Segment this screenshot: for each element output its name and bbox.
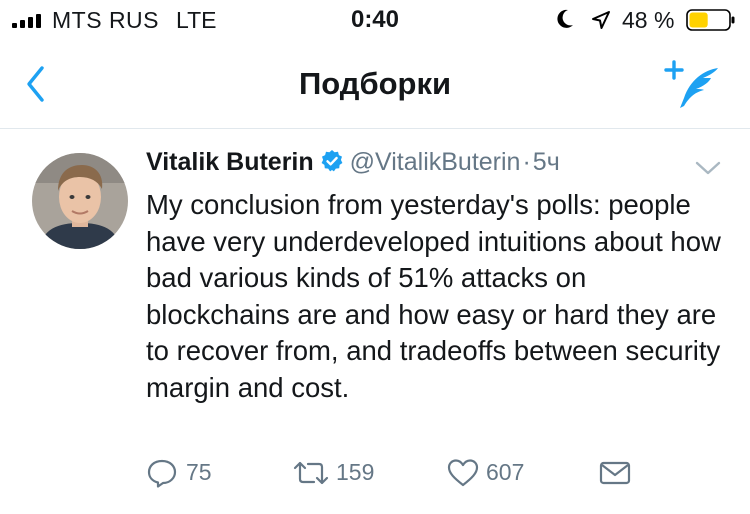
tweet-timestamp: 5ч — [532, 148, 560, 176]
like-count: 607 — [486, 459, 525, 485]
verified-badge-icon — [321, 150, 343, 172]
tweet-header: Vitalik Buterin @VitalikButerin·5ч — [146, 148, 560, 178]
author-handle[interactable]: @VitalikButerin — [350, 148, 521, 176]
reply-button[interactable]: 75 — [146, 455, 216, 491]
avatar[interactable] — [32, 153, 128, 249]
battery-icon — [686, 9, 735, 31]
retweet-button[interactable]: 159 — [292, 455, 382, 491]
reply-icon — [147, 459, 177, 488]
like-button[interactable]: 607 — [446, 455, 536, 491]
envelope-icon — [599, 461, 631, 485]
battery-percent: 48 % — [622, 7, 675, 33]
retweet-count: 159 — [336, 459, 375, 485]
status-bar: MTS RUS LTE 0:40 48 % — [0, 0, 750, 40]
navigation-bar: Подборки — [0, 40, 750, 129]
location-arrow-icon — [592, 11, 610, 29]
tweet-card[interactable]: Vitalik Buterin @VitalikButerin·5ч My co… — [0, 129, 750, 514]
tweet-actions: 75 159 607 — [146, 455, 736, 491]
page-title: Подборки — [298, 66, 452, 101]
separator-dot: · — [522, 148, 531, 176]
direct-message-button[interactable] — [598, 455, 634, 491]
chevron-down-icon[interactable] — [694, 159, 722, 177]
reply-count: 75 — [186, 459, 212, 485]
author-name[interactable]: Vitalik Buterin — [146, 148, 314, 176]
moon-icon — [557, 9, 573, 28]
heart-icon — [447, 459, 479, 487]
retweet-icon — [293, 461, 329, 485]
compose-feather-icon[interactable] — [664, 58, 722, 110]
avatar-photo — [32, 153, 128, 249]
tweet-text: My conclusion from yesterday's polls: pe… — [146, 189, 721, 403]
